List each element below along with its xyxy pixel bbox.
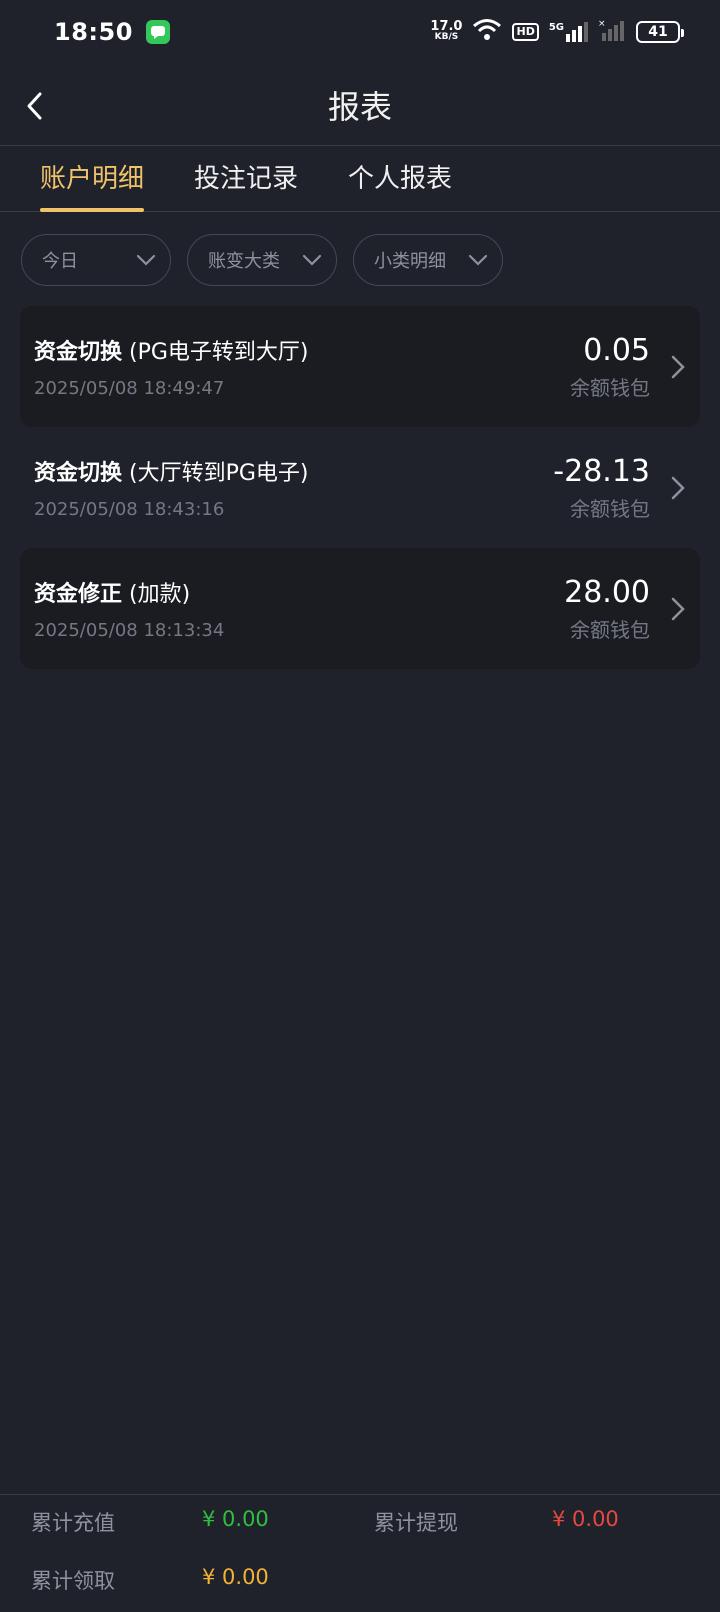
svg-text:×: ×: [598, 19, 606, 29]
subcategory-filter-label: 小类明细: [374, 251, 446, 272]
tab-bet-records[interactable]: 投注记录: [194, 146, 298, 212]
battery-icon: 41: [636, 21, 684, 43]
record-type: 资金切换: [34, 461, 123, 486]
record-wallet: 余额钱包: [570, 496, 650, 521]
record-detail: (大厅转到PG电子): [129, 461, 309, 486]
app-header: 报表: [0, 64, 720, 146]
record-amount: 28.00: [564, 574, 650, 610]
chevron-right-icon: [671, 355, 685, 378]
list-item[interactable]: 资金切换 (PG电子转到大厅) 2025/05/08 18:49:47 0.05…: [20, 306, 700, 427]
record-time: 2025/05/08 18:49:47: [34, 378, 225, 399]
chevron-down-icon: [136, 254, 156, 266]
message-app-icon: [145, 20, 170, 44]
record-type: 资金切换: [34, 340, 123, 365]
network-speed-unit: KB/S: [434, 32, 459, 42]
network-speed: 17.0 KB/S: [430, 19, 463, 43]
list-item[interactable]: 资金修正 (加款) 2025/05/08 18:13:34 28.00 余额钱包: [20, 548, 700, 669]
network-speed-value: 17.0: [430, 19, 463, 34]
status-bar: 18:50 17.0 KB/S HD 5G × 41: [0, 0, 720, 64]
back-arrow-icon: [27, 92, 42, 120]
total-recharge-value: ¥ 0.00: [202, 1507, 269, 1531]
tab-bar: 账户明细 投注记录 个人报表: [0, 146, 720, 212]
chevron-right-icon: [671, 597, 685, 620]
summary-footer: 累计充值 ¥ 0.00 累计提现 ¥ 0.00 累计领取 ¥ 0.00: [0, 1494, 720, 1612]
category-filter-label: 账变大类: [208, 251, 280, 272]
list-item[interactable]: 资金切换 (大厅转到PG电子) 2025/05/08 18:43:16 -28.…: [20, 427, 700, 548]
filter-bar: 今日 账变大类 小类明细: [21, 234, 503, 286]
record-amount: 0.05: [583, 332, 650, 368]
date-filter-dropdown[interactable]: 今日: [21, 234, 171, 286]
total-claim-value: ¥ 0.00: [202, 1565, 269, 1589]
subcategory-filter-dropdown[interactable]: 小类明细: [353, 234, 503, 286]
hd-icon: HD: [512, 23, 539, 41]
back-button[interactable]: [14, 86, 54, 126]
signal-empty-icon: ×: [598, 19, 626, 45]
chevron-down-icon: [302, 254, 322, 266]
record-type: 资金修正: [34, 582, 123, 607]
signal-5g-icon: 5G: [549, 22, 588, 42]
total-claim-label: 累计领取: [31, 1569, 115, 1593]
tab-account-details[interactable]: 账户明细: [40, 146, 145, 212]
record-detail: (PG电子转到大厅): [129, 340, 309, 365]
record-wallet: 余额钱包: [570, 375, 650, 400]
record-amount: -28.13: [553, 453, 650, 489]
total-withdraw-label: 累计提现: [374, 1511, 458, 1535]
category-filter-dropdown[interactable]: 账变大类: [187, 234, 337, 286]
record-time: 2025/05/08 18:13:34: [34, 620, 225, 641]
record-time: 2025/05/08 18:43:16: [34, 499, 225, 520]
wifi-icon: [472, 18, 502, 46]
record-title: 资金修正 (加款): [34, 576, 564, 608]
network-type: 5G: [548, 22, 564, 33]
chevron-down-icon: [468, 254, 488, 266]
page-title: 报表: [327, 87, 392, 126]
total-withdraw-value: ¥ 0.00: [552, 1507, 619, 1531]
date-filter-label: 今日: [42, 251, 78, 272]
total-recharge-label: 累计充值: [31, 1511, 115, 1535]
record-title: 资金切换 (PG电子转到大厅): [34, 334, 570, 366]
tab-personal-report[interactable]: 个人报表: [348, 146, 452, 212]
status-icons: 17.0 KB/S HD 5G × 41: [430, 18, 684, 46]
record-title: 资金切换 (大厅转到PG电子): [34, 455, 553, 487]
record-wallet: 余额钱包: [570, 617, 650, 642]
records-list: 资金切换 (PG电子转到大厅) 2025/05/08 18:49:47 0.05…: [20, 306, 700, 669]
status-time: 18:50: [54, 18, 133, 46]
chevron-right-icon: [671, 476, 685, 499]
record-detail: (加款): [129, 582, 191, 607]
